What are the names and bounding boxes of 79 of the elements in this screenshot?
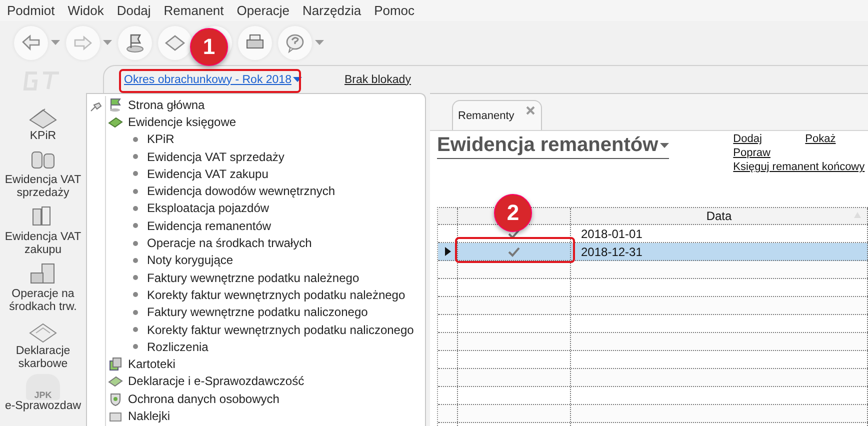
action-link[interactable]: Pokaż (805, 133, 865, 145)
action-link[interactable]: Popraw (733, 147, 806, 159)
table-cell: 2018-12-31 (581, 244, 642, 258)
tab[interactable]: Remanenty (452, 100, 542, 130)
close-icon[interactable] (526, 106, 535, 115)
sidebar-item[interactable]: e-Sprawozdaw (4, 400, 82, 413)
tree-item[interactable]: Faktury wewnętrzne podatku należnego (147, 270, 360, 285)
action-link[interactable]: Dodaj (733, 133, 806, 145)
toolbar-button[interactable] (158, 25, 192, 61)
table-row[interactable]: 2018-12-31 (438, 243, 868, 261)
menu-item[interactable]: Remanent (164, 3, 224, 18)
sidebar-item[interactable]: Ewidencja VAT sprzedaży (1, 174, 85, 200)
bullet-icon (133, 206, 138, 211)
check-icon (508, 246, 520, 256)
bullet-icon (133, 327, 138, 332)
toolbar-button[interactable] (238, 25, 272, 61)
page-title[interactable]: Ewidencja remanentów (437, 133, 670, 159)
menu-item[interactable]: Podmiot (7, 3, 55, 18)
step-number-tooltip: 1 (190, 28, 228, 66)
sidebar-item[interactable]: Deklaracje skarbowe (1, 345, 85, 371)
check-icon (508, 228, 520, 238)
table-row[interactable]: 2018-01-01 (438, 225, 868, 243)
bullet-icon (133, 275, 138, 280)
help-icon (284, 32, 306, 54)
caret-icon (660, 142, 670, 148)
flag-icon (124, 32, 146, 54)
tree-item[interactable]: Deklaracje i e-Sprawozdawczość (128, 374, 304, 388)
tree-item[interactable]: Naklejki (128, 408, 170, 423)
bullet-icon (133, 154, 138, 160)
menu-item[interactable]: Pomoc (374, 3, 415, 18)
tree-item[interactable]: Ewidencja VAT sprzedaży (147, 150, 284, 164)
bullet-icon (133, 136, 138, 142)
caret-icon (315, 40, 324, 46)
caret-icon (103, 40, 112, 46)
menu-item[interactable]: Dodaj (116, 3, 151, 18)
tree-item[interactable]: Noty korygujące (147, 253, 234, 268)
menu-item[interactable]: Operacje (236, 3, 290, 18)
menu-item[interactable]: Narzędzia (302, 3, 362, 18)
tree-item[interactable]: Ochrona danych osobowych (128, 392, 280, 406)
caret-icon (293, 76, 302, 82)
tree-item[interactable]: Rozliczenia (147, 340, 208, 354)
sidebar-item[interactable]: KPiR (30, 130, 56, 143)
tree-item[interactable]: Korekty faktur wewnętrznych podatku naliczonego (147, 322, 414, 336)
tree-item[interactable]: Strona główna (128, 98, 205, 112)
sidebar-item[interactable]: Ewidencja VAT zakupu (1, 231, 85, 257)
bullet-icon (133, 171, 138, 176)
jpk-icon: JPK (26, 374, 60, 400)
bullet-icon (133, 258, 138, 263)
toolbar-button[interactable] (118, 25, 152, 61)
flag-icon (108, 98, 123, 112)
row-pointer-icon (444, 247, 450, 256)
toolbar-button[interactable] (278, 25, 324, 61)
tree-item[interactable]: Faktury wewnętrzne podatku naliczonego (147, 305, 368, 320)
bullet-icon (133, 188, 138, 194)
menu-item[interactable]: Widok (68, 3, 104, 18)
bullet-icon (133, 310, 138, 315)
tree-item[interactable]: Ewidencja dowodów wewnętrznych (147, 184, 336, 198)
tree-item[interactable]: Korekty faktur wewnętrznych podatku należnego (147, 288, 406, 302)
tree-item[interactable]: Operacje na środkach trwałych (147, 236, 312, 250)
sidebar-item[interactable]: Operacje na środkach trw. (1, 288, 85, 314)
shield-icon (108, 392, 123, 406)
table-cell: 2018-01-01 (581, 226, 642, 240)
lock-status-link[interactable]: Brak blokady (344, 74, 411, 86)
bullet-icon (133, 240, 138, 246)
period-link[interactable]: Okres obrachunkowy - Rok 2018 (124, 74, 302, 86)
bullet-icon (133, 344, 138, 350)
tree-item[interactable]: Eksploatacja pojazdów (147, 201, 270, 216)
bullet-icon (133, 223, 138, 228)
toolbar-button[interactable] (14, 25, 60, 61)
action-link[interactable]: Księguj remanent końcowy (733, 161, 865, 173)
pin-icon[interactable] (90, 102, 102, 112)
tree-item[interactable]: KPiR (147, 132, 174, 146)
tree-item[interactable]: Ewidencje księgowe (128, 114, 236, 129)
cards-icon (108, 357, 123, 372)
bullet-icon (133, 292, 138, 298)
caret-icon (51, 40, 60, 46)
tree-item[interactable]: Ewidencja remanentów (147, 218, 272, 233)
tree-item[interactable]: Kartoteki (128, 357, 176, 372)
tree-item[interactable]: Ewidencja VAT zakupu (147, 166, 268, 181)
